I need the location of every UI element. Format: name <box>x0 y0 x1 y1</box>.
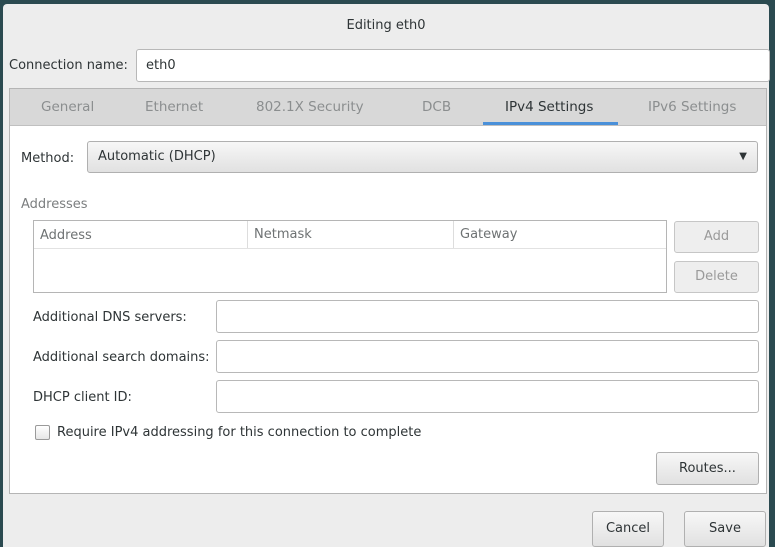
connection-name-label: Connection name: <box>9 58 128 73</box>
dialog: Editing eth0 Connection name: General Et… <box>3 4 770 547</box>
method-value: Automatic (DHCP) <box>98 149 216 164</box>
dns-servers-input[interactable] <box>216 300 759 333</box>
require-ipv4-label[interactable]: Require IPv4 addressing for this connect… <box>57 425 421 440</box>
method-label: Method: <box>21 151 75 166</box>
save-button[interactable]: Save <box>684 511 766 547</box>
tab-ipv6-settings[interactable]: IPv6 Settings <box>648 99 736 115</box>
delete-button[interactable]: Delete <box>674 261 759 293</box>
column-gateway[interactable]: Gateway <box>453 221 517 248</box>
settings-notebook: General Ethernet 802.1X Security DCB IPv… <box>9 88 767 494</box>
tab-general[interactable]: General <box>41 99 94 115</box>
addresses-label: Addresses <box>21 197 88 212</box>
column-address[interactable]: Address <box>40 228 92 243</box>
routes-button[interactable]: Routes... <box>656 452 759 485</box>
addresses-table[interactable]: Address Netmask Gateway <box>33 220 667 293</box>
tab-dcb[interactable]: DCB <box>422 99 451 115</box>
method-dropdown[interactable]: Automatic (DHCP) ▼ <box>87 141 758 173</box>
tab-bar: General Ethernet 802.1X Security DCB IPv… <box>10 89 766 126</box>
tab-8021x-security[interactable]: 802.1X Security <box>256 99 364 115</box>
connection-name-input[interactable] <box>136 49 770 82</box>
dropdown-arrow-icon: ▼ <box>739 151 747 162</box>
dhcp-client-id-input[interactable] <box>216 380 759 413</box>
require-ipv4-checkbox[interactable] <box>35 425 50 440</box>
active-tab-indicator <box>483 122 618 125</box>
add-button[interactable]: Add <box>674 221 759 253</box>
dhcp-client-id-label: DHCP client ID: <box>33 390 132 405</box>
column-netmask[interactable]: Netmask <box>247 221 312 248</box>
tab-ipv4-settings[interactable]: IPv4 Settings <box>505 99 593 115</box>
dns-servers-label: Additional DNS servers: <box>33 310 187 325</box>
cancel-button[interactable]: Cancel <box>592 511 664 547</box>
search-domains-label: Additional search domains: <box>33 350 210 365</box>
search-domains-input[interactable] <box>216 340 759 373</box>
tab-ethernet[interactable]: Ethernet <box>145 99 203 115</box>
dialog-title: Editing eth0 <box>346 18 426 33</box>
